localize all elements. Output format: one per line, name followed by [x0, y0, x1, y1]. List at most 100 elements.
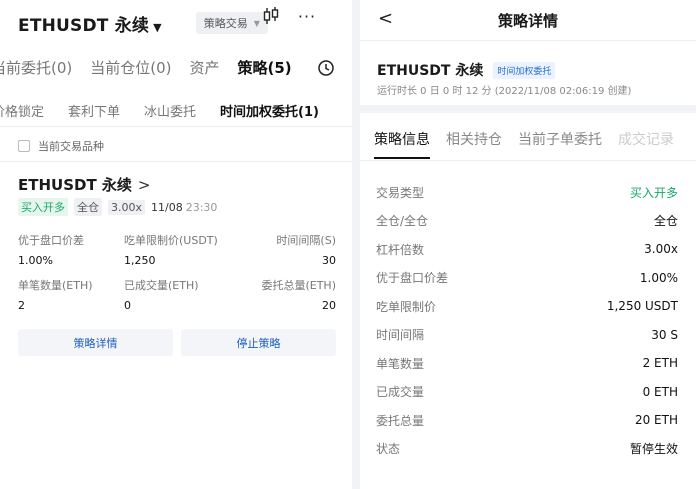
param-label: 已成交量(ETH) — [124, 279, 199, 292]
info-value: 买入开多 — [629, 185, 678, 200]
created-datetime: 11/08 23:30 — [151, 201, 217, 214]
info-row: 优于盘口价差 1.00% — [376, 264, 678, 293]
strategy-type-label: 策略交易 — [203, 17, 248, 30]
param-label: 委托总量(ETH) — [261, 279, 336, 292]
info-key: 委托总量 — [376, 413, 425, 428]
stop-strategy-button[interactable]: 停止策略 — [181, 329, 336, 356]
param-label: 单笔数量(ETH) — [18, 279, 93, 292]
tab-child-orders[interactable]: 当前子单委托 — [518, 129, 602, 149]
param-value: 0 — [124, 299, 131, 312]
info-row: 委托总量 20 ETH — [376, 406, 678, 435]
current-symbol-filter[interactable]: 当前交易品种 — [18, 138, 104, 154]
info-row: 时间间隔 30 S — [376, 321, 678, 350]
tab-iceberg[interactable]: 冰山委托 — [144, 101, 196, 120]
info-row: 交易类型 买入开多 — [376, 178, 678, 207]
filter-label: 当前交易品种 — [38, 140, 104, 153]
symbol-selector[interactable]: ETHUSDT 永续 ▼ — [18, 11, 162, 36]
param-value: 1,250 — [124, 254, 156, 267]
symbol-label: ETHUSDT 永续 — [18, 15, 150, 36]
divider — [0, 161, 352, 162]
runtime-text: 运行时长 0 日 0 时 12 分 (2022/11/08 02:06:19 创… — [377, 86, 632, 97]
info-key: 状态 — [376, 442, 401, 457]
divider — [360, 160, 696, 161]
info-value: 1,250 USDT — [606, 299, 678, 314]
info-key: 时间间隔 — [376, 328, 425, 343]
info-key: 交易类型 — [376, 185, 425, 200]
param-value: 30 — [322, 254, 336, 267]
screen: ETHUSDT 永续▼ 策略交易▼ ··· 当前委托(0) 当前仓位(0) 资产… — [0, 0, 696, 489]
strategy-type-select[interactable]: 策略交易 ▼ — [195, 12, 268, 34]
main-tabs: 当前委托(0) 当前仓位(0) 资产 策略(5) — [0, 57, 310, 78]
info-key: 优于盘口价差 — [376, 271, 449, 286]
dropdown-caret-icon: ▼ — [153, 20, 162, 34]
strategy-sub-tabs: 价格锁定 套利下单 冰山委托 时间加权委托(1) — [0, 101, 319, 120]
param-label: 时间间隔(S) — [276, 234, 336, 247]
tab-trade-history[interactable]: 成交记录 — [618, 129, 674, 149]
card-actions: 策略详情 停止策略 — [18, 329, 336, 356]
strategy-info-list: 交易类型 买入开多 全仓/全仓 全仓 杠杆倍数 3.00x 优于盘口价差 1.00% 吃… — [376, 178, 678, 463]
info-row: 杠杆倍数 3.00x — [376, 235, 678, 264]
strategy-type-badge: 时间加权委托 — [493, 61, 556, 79]
info-key: 杠杆倍数 — [376, 242, 425, 257]
created-date: 11/08 — [151, 200, 183, 214]
info-key: 全仓/全仓 — [376, 214, 429, 229]
candlestick-icon[interactable] — [261, 6, 281, 26]
params-row-2: 单笔数量(ETH) 已成交量(ETH) 委托总量(ETH) 2 0 20 — [18, 277, 336, 312]
info-row: 已成交量 0 ETH — [376, 378, 678, 407]
chevron-right-icon: > — [137, 175, 151, 194]
page-title: 策略详情 — [497, 12, 558, 30]
more-icon[interactable]: ··· — [296, 6, 318, 26]
params-row-1: 优于盘口价差 吃单限制价(USDT) 时间间隔(S) 1.00% 1,250 3… — [18, 232, 336, 267]
info-row: 状态 暂停生效 — [376, 435, 678, 464]
param-value: 1.00% — [18, 254, 53, 267]
info-value: 3.00x — [644, 242, 678, 257]
strategy-detail-panel: < 策略详情 ETHUSDT 永续 时间加权委托 运行时长 0 日 0 时 12… — [360, 0, 696, 489]
param-value: 2 — [18, 299, 25, 312]
info-value: 0 ETH — [642, 384, 678, 399]
header: ETHUSDT 永续 ▼ 策略交易 ▼ — [18, 8, 342, 38]
chevron-down-icon: ▼ — [253, 18, 260, 28]
leverage-badge: 3.00x — [108, 199, 146, 215]
param-label: 吃单限制价(USDT) — [124, 234, 218, 247]
info-value: 30 S — [651, 327, 678, 342]
divider — [0, 126, 352, 127]
status-value: 暂停生效 — [629, 442, 678, 457]
tab-open-orders[interactable]: 当前委托(0) — [0, 57, 72, 78]
section-separator — [360, 105, 696, 113]
info-value: 2 ETH — [642, 356, 678, 371]
card-symbol: ETHUSDT 永续 — [18, 176, 132, 194]
strategy-card-title[interactable]: ETHUSDT 永续 > — [18, 174, 151, 195]
tab-related-positions[interactable]: 相关持仓 — [446, 129, 502, 149]
divider — [360, 40, 696, 41]
info-value: 全仓 — [653, 214, 678, 229]
param-label: 优于盘口价差 — [18, 234, 84, 247]
history-clock-icon[interactable] — [317, 59, 335, 77]
tab-positions[interactable]: 当前仓位(0) — [90, 57, 171, 78]
strategy-tags: 买入开多 全仓 3.00x 11/08 23:30 — [18, 198, 217, 216]
panel-divider — [352, 0, 360, 489]
info-row: 吃单限制价 1,250 USDT — [376, 292, 678, 321]
info-key: 吃单限制价 — [376, 299, 437, 314]
info-key: 单笔数量 — [376, 356, 425, 371]
filter-checkbox[interactable] — [18, 140, 30, 152]
detail-symbol-row: ETHUSDT 永续 时间加权委托 — [377, 60, 556, 80]
detail-tabs: 策略信息 相关持仓 当前子单委托 成交记录 — [374, 129, 690, 159]
tab-arbitrage[interactable]: 套利下单 — [68, 101, 120, 120]
tab-price-lock[interactable]: 价格锁定 — [0, 101, 44, 120]
info-value: 20 ETH — [634, 413, 678, 428]
tab-assets[interactable]: 资产 — [190, 57, 220, 78]
tab-strategy[interactable]: 策略(5) — [238, 57, 292, 78]
margin-badge: 全仓 — [74, 198, 102, 216]
tab-strategy-info[interactable]: 策略信息 — [374, 129, 430, 159]
param-value: 20 — [322, 299, 336, 312]
strategy-list-panel: ETHUSDT 永续▼ 策略交易▼ ··· 当前委托(0) 当前仓位(0) 资产… — [0, 0, 352, 489]
created-time: 23:30 — [185, 200, 218, 214]
tab-twap[interactable]: 时间加权委托(1) — [220, 101, 319, 120]
info-key: 已成交量 — [376, 385, 425, 400]
side-badge: 买入开多 — [18, 198, 68, 216]
strategy-details-button[interactable]: 策略详情 — [18, 329, 173, 356]
info-row: 全仓/全仓 全仓 — [376, 207, 678, 236]
info-row: 单笔数量 2 ETH — [376, 349, 678, 378]
detail-symbol: ETHUSDT 永续 — [377, 63, 484, 79]
info-value: 1.00% — [639, 270, 678, 285]
